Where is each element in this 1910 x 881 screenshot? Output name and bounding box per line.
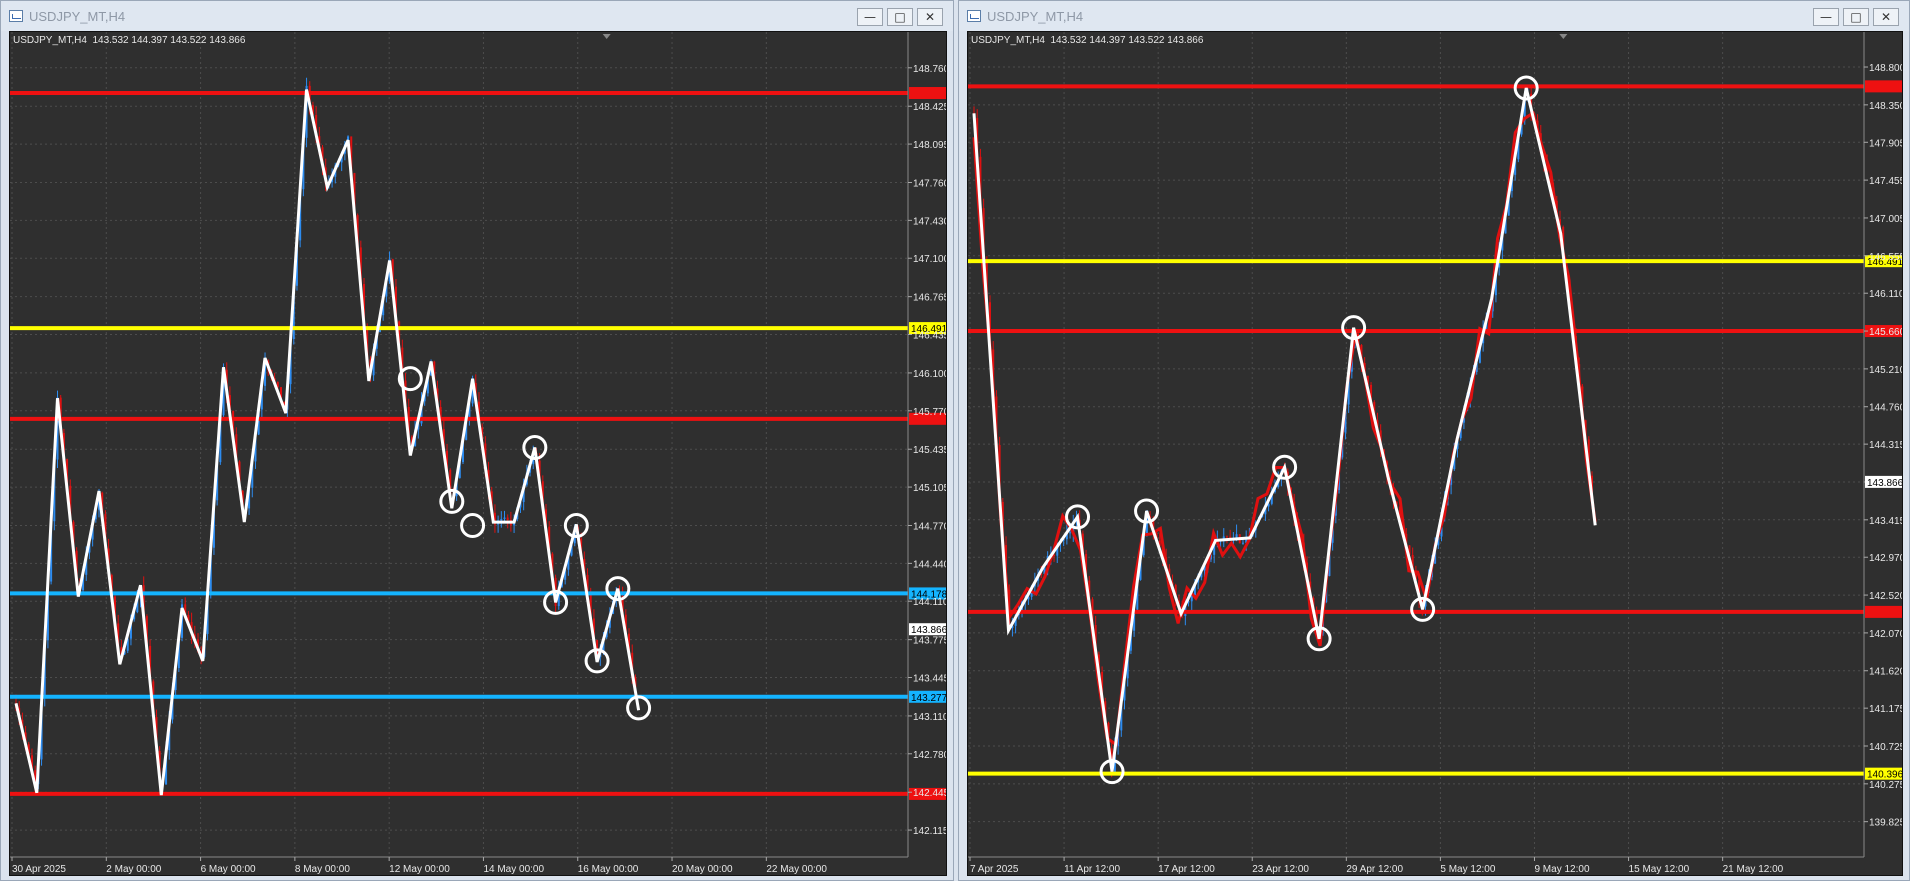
price-tick-label: 147.905	[1869, 138, 1903, 149]
minimize-button[interactable]: —	[857, 8, 883, 26]
price-tick-label: 145.770	[913, 407, 947, 418]
price-tick-label: 145.660	[1869, 327, 1903, 338]
price-tick-label: 147.760	[913, 179, 947, 190]
price-tick-label: 148.760	[913, 64, 947, 75]
time-tick-label: 16 May 00:00	[578, 864, 639, 875]
price-tick-label: 146.100	[913, 369, 947, 380]
time-tick-label: 6 May 00:00	[201, 864, 256, 875]
price-tick-label: 143.415	[1869, 516, 1903, 527]
symbol-info-text: USDJPY_MT,H4 143.532 144.397 143.522 143…	[13, 35, 246, 46]
chart-window-icon	[9, 10, 23, 22]
time-tick-label: 12 May 00:00	[389, 864, 450, 875]
window-title: USDJPY_MT,H4	[987, 9, 1084, 24]
price-tick-label: 148.425	[913, 102, 947, 113]
chart-window-icon	[967, 10, 981, 22]
candle-body	[503, 517, 506, 519]
chart-shift-icon	[602, 34, 611, 39]
price-tick-label: 146.765	[913, 293, 947, 304]
chart-canvas[interactable]: 146.491140.396148.800148.350147.905147.4…	[968, 32, 1903, 876]
price-tick-label: 147.430	[913, 216, 947, 227]
time-tick-label: 23 Apr 12:00	[1252, 864, 1309, 875]
close-button[interactable]: ✕	[917, 8, 943, 26]
price-chart[interactable]: 146.491 140.396 148.800 148.350 147.905 147.4…	[967, 31, 1903, 876]
price-tick-label: 147.005	[1869, 214, 1903, 225]
price-tick-label: 144.110	[913, 597, 947, 608]
price-tick-label: 140.725	[1869, 742, 1903, 753]
price-tick-label: 143.110	[913, 712, 947, 723]
close-button[interactable]: ✕	[1873, 8, 1899, 26]
zigzag-line	[972, 87, 1597, 772]
price-tick-label: 142.970	[1869, 553, 1903, 564]
restore-button[interactable]: □	[887, 8, 913, 26]
price-tick-label: 142.780	[913, 750, 947, 761]
price-tick-label: 146.110	[1869, 289, 1903, 300]
price-tick-label: 144.760	[1869, 403, 1903, 414]
minimize-button[interactable]: —	[1813, 8, 1839, 26]
price-tick-label: 148.350	[1869, 101, 1903, 112]
time-tick-label: 11 Apr 12:00	[1064, 864, 1120, 875]
time-tick-label: 7 Apr 2025	[970, 864, 1019, 875]
price-tick-label: 145.210	[1869, 365, 1903, 376]
price-tick-label: 144.315	[1869, 440, 1903, 451]
time-tick-label: 22 May 00:00	[766, 864, 827, 875]
symbol-info-text: USDJPY_MT,H4 143.532 144.397 143.522 143…	[971, 35, 1204, 46]
price-tick-label: 147.100	[913, 254, 947, 265]
chart-canvas[interactable]: 146.491144.178143.277148.760148.425148.0…	[10, 32, 947, 876]
price-tick-label: 139.825	[1869, 818, 1903, 829]
price-tick-label: 146.555	[1869, 252, 1903, 263]
time-tick-label: 9 May 12:00	[1534, 864, 1589, 875]
current-price-label: 143.866	[911, 625, 947, 636]
price-tick-label: 143.775	[913, 636, 947, 647]
price-tick-label: 148.800	[1869, 63, 1903, 74]
time-tick-label: 30 Apr 2025	[12, 864, 66, 875]
price-tick-label: 144.770	[913, 522, 947, 533]
price-tick-label: 140.275	[1869, 780, 1903, 791]
price-tick-label: 145.105	[913, 483, 947, 494]
time-tick-label: 8 May 00:00	[295, 864, 350, 875]
time-tick-label: 15 May 12:00	[1629, 864, 1690, 875]
time-tick-label: 2 May 00:00	[106, 864, 161, 875]
time-tick-label: 20 May 00:00	[672, 864, 733, 875]
chart-window-left: USDJPY_MT,H4 — □ ✕ 146.491 144.178 143.277…	[0, 0, 954, 881]
price-tick-label: 144.440	[913, 559, 947, 570]
drawn-red-trendlines	[972, 110, 1597, 748]
current-price-label: 143.866	[1867, 478, 1903, 489]
window-titlebar[interactable]: USDJPY_MT,H4 — □ ✕	[1, 1, 953, 31]
level-price-label: 143.277	[911, 693, 947, 704]
time-tick-label: 5 May 12:00	[1440, 864, 1495, 875]
time-tick-label: 14 May 00:00	[483, 864, 544, 875]
price-tick-label: 148.095	[913, 140, 947, 151]
price-chart[interactable]: 146.491 144.178 143.277 148.760 148.425 148.0…	[9, 31, 947, 876]
window-titlebar[interactable]: USDJPY_MT,H4 — □ ✕	[959, 1, 1909, 31]
candle-body	[500, 518, 503, 521]
price-tick-label: 143.445	[913, 674, 947, 685]
candle-body	[1069, 532, 1072, 534]
price-tick-label: 142.445	[913, 788, 947, 799]
price-tick-label: 142.115	[913, 826, 947, 837]
chart-window-right: USDJPY_MT,H4 — □ ✕ 146.491 140.396 148.800…	[958, 0, 1910, 881]
level-price-tag	[1865, 80, 1902, 93]
time-tick-label: 21 May 12:00	[1723, 864, 1784, 875]
candles-group	[973, 85, 1593, 778]
price-tick-label: 142.070	[1869, 629, 1903, 640]
price-tick-label: 141.175	[1869, 704, 1903, 715]
price-tick-label: 141.620	[1869, 667, 1903, 678]
time-tick-label: 29 Apr 12:00	[1346, 864, 1403, 875]
time-tick-label: 17 Apr 12:00	[1158, 864, 1215, 875]
price-tick-label: 147.455	[1869, 176, 1903, 187]
candle-body	[1225, 536, 1228, 538]
price-tick-label: 142.520	[1869, 591, 1903, 602]
restore-button[interactable]: □	[1843, 8, 1869, 26]
price-tick-label: 145.435	[913, 445, 947, 456]
candle-body	[1241, 542, 1244, 544]
chart-shift-icon	[1559, 34, 1568, 39]
candle-body	[506, 517, 509, 521]
window-title: USDJPY_MT,H4	[29, 9, 126, 24]
level-price-tag	[909, 87, 946, 100]
level-price-tag	[1865, 605, 1902, 618]
price-tick-label: 146.435	[913, 331, 947, 342]
